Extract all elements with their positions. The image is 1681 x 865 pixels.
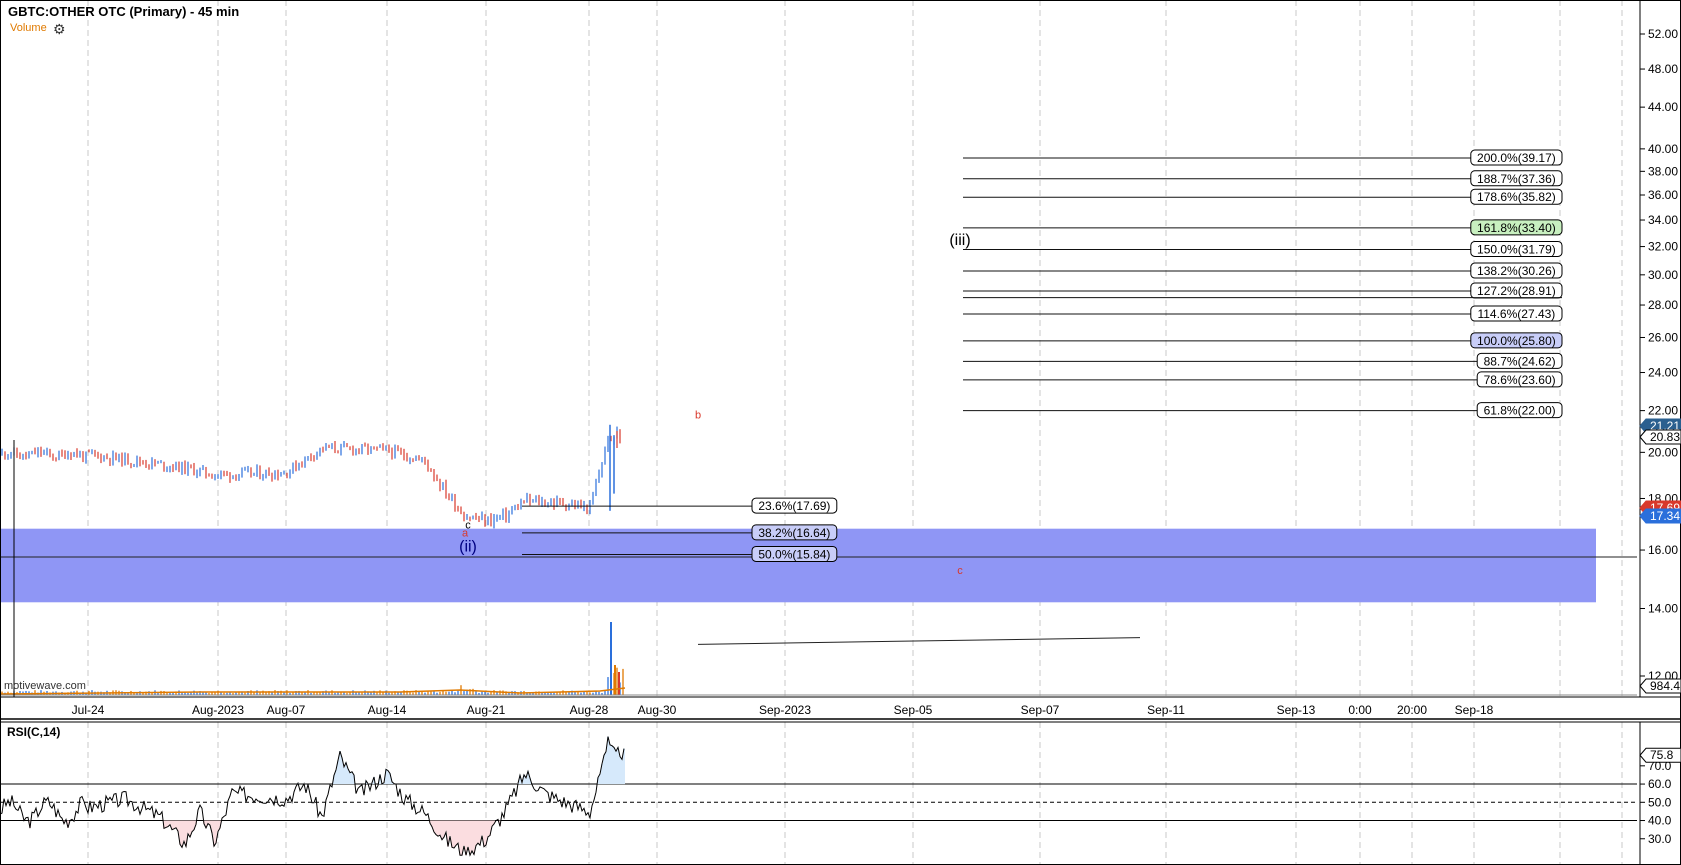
fib-label: 178.6%(35.82) [1477,190,1556,204]
fib-label: 38.2%(16.64) [758,526,830,540]
y-tick-label: 30.00 [1648,268,1678,282]
x-tick-label: Aug-2023 [192,703,244,717]
fib-label: 188.7%(37.36) [1477,172,1556,186]
y-tick-label: 28.00 [1648,298,1678,312]
x-tick-label: Aug-07 [267,703,306,717]
fib-label: 61.8%(22.00) [1484,404,1556,418]
rsi-tick-label: 50.0 [1648,795,1672,809]
wave-label: (ii) [459,538,477,555]
y-tick-label: 32.00 [1648,240,1678,254]
wave-labels: ac(ii)bc(iii) [459,232,971,577]
fib-label: 114.6%(27.43) [1477,307,1555,321]
grid [87,0,1623,865]
x-tick-label: Sep-07 [1021,703,1060,717]
chart-frame [0,0,1681,865]
chart-canvas: 200.0%(39.17) 188.7%(37.36) 178.6%(35.82) 1… [0,0,1681,865]
y-tick-label: 44.00 [1648,100,1678,114]
price-bars [1,424,621,529]
fib-label: 200.0%(39.17) [1477,151,1556,165]
wave-label: (iii) [949,232,970,249]
x-tick-label: Sep-05 [894,703,933,717]
fib-label: 23.6%(17.69) [758,499,830,513]
wave-label: b [695,410,701,422]
y-tick-label: 14.00 [1648,602,1678,616]
rsi-pane: 70.060.050.040.030.075.8 [0,736,1681,857]
price-tag-label: 17.34 [1650,509,1680,523]
y-tick-label: 26.00 [1648,330,1678,344]
fib-label: 50.0%(15.84) [758,547,830,561]
y-tick-label: 16.00 [1648,543,1678,557]
fib-label: 161.8%(33.40) [1477,221,1556,235]
y-tick-label: 48.00 [1648,62,1678,76]
volume-tag-label: 984.4K [1650,679,1681,693]
y-tick-label: 20.00 [1648,445,1678,459]
rsi-tick-label: 40.0 [1648,814,1672,828]
fib-label: 100.0%(25.80) [1477,334,1556,348]
gear-icon[interactable]: ⚙ [53,21,66,38]
rsi-title: RSI(C,14) [7,725,61,739]
x-tick-label: Sep-13 [1277,703,1316,717]
y-tick-label: 24.00 [1648,366,1678,380]
x-tick-label: Sep-11 [1147,703,1185,717]
fib-label: 150.0%(31.79) [1477,242,1556,256]
fib-label: 127.2%(28.91) [1477,284,1556,298]
x-tick-label: Sep-2023 [759,703,811,717]
volume-average-line [0,687,626,695]
x-tick-label: Aug-28 [570,703,609,717]
x-tick-label: Sep-18 [1455,703,1494,717]
fib-label: 78.6%(23.60) [1484,373,1556,387]
watermark: motivewave.com [4,680,86,692]
price-tag-label: 20.83 [1650,430,1680,444]
axes: Jul-24 Aug-2023 Aug-07 Aug-14 Aug-21 Aug-28 Au… [0,0,1681,865]
x-tick-label: 20:00 [1397,703,1427,717]
volume-bars [0,622,1637,696]
y-tick-label: 34.00 [1648,213,1678,227]
x-tick-label: Jul-24 [72,703,105,717]
y-tick-label: 38.00 [1648,164,1678,178]
rsi-tick-label: 60.0 [1648,777,1672,791]
x-tick-label: Aug-30 [638,703,677,717]
y-tick-label: 22.00 [1648,404,1678,418]
trend-line [697,637,1141,645]
x-tick-label: Aug-21 [467,703,506,717]
y-tick-label: 40.00 [1648,142,1678,156]
y-tick-label: 36.00 [1648,188,1678,202]
y-tick-label: 52.00 [1648,27,1678,41]
x-tick-label: 0:00 [1348,703,1372,717]
wave-label: c [465,520,471,532]
rsi-tick-label: 30.0 [1648,832,1672,846]
rsi-value-label: 75.8 [1650,748,1674,762]
x-tick-label: Aug-14 [368,703,407,717]
fib-label: 138.2%(30.26) [1477,264,1556,278]
volume-label[interactable]: Volume [10,22,47,34]
wave-label: c [957,565,963,577]
fib-label: 88.7%(24.62) [1484,354,1556,368]
rsi-line [0,736,625,857]
chart-title: GBTC:OTHER OTC (Primary) - 45 min [8,4,240,19]
